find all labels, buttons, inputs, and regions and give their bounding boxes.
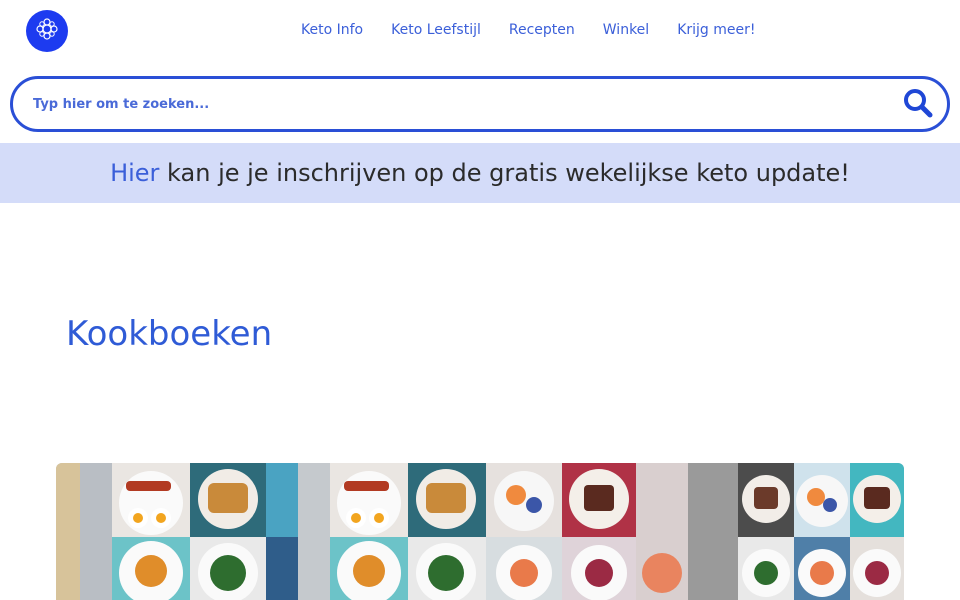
banner-text: kan je je inschrijven op de gratis wekel… [159, 159, 850, 187]
keto-food-collage-image [56, 463, 904, 600]
main-nav: Keto Info Keto Leefstijl Recepten Winkel… [301, 22, 755, 38]
nav-item-recepten[interactable]: Recepten [509, 22, 575, 38]
nav-item-keto-leefstijl[interactable]: Keto Leefstijl [391, 22, 481, 38]
newsletter-banner: Hier kan je je inschrijven op de gratis … [0, 143, 960, 203]
search-button[interactable] [901, 88, 935, 122]
nav-item-keto-info[interactable]: Keto Info [301, 22, 363, 38]
site-logo[interactable] [26, 10, 68, 52]
newsletter-signup-link[interactable]: Hier [110, 159, 159, 187]
search-input[interactable] [33, 93, 873, 115]
nav-item-winkel[interactable]: Winkel [603, 22, 649, 38]
sun-circle-logo-icon [33, 15, 61, 47]
search-bar [10, 76, 950, 132]
nav-item-krijg-meer[interactable]: Krijg meer! [677, 22, 755, 38]
site-header: Keto Info Keto Leefstijl Recepten Winkel… [0, 0, 960, 66]
search-icon [903, 88, 933, 122]
banner-text-line: Hier kan je je inschrijven op de gratis … [110, 159, 850, 187]
page-title: Kookboeken [66, 314, 273, 354]
